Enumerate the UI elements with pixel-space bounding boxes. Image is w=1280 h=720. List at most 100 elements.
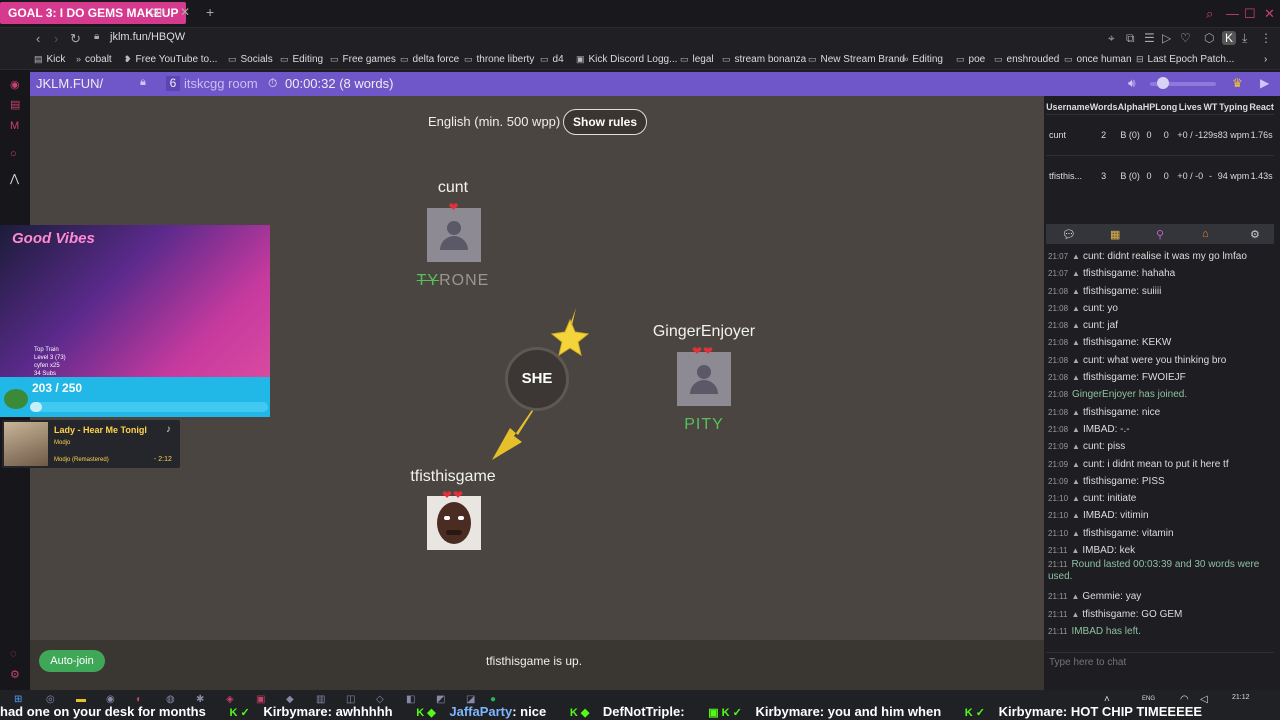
bookmark-item[interactable]: ▭ once human (1064, 54, 1132, 65)
chat-timestamp: 21:11 (1048, 592, 1068, 602)
chat-text: cunt: i didnt mean to put it here tf (1082, 458, 1229, 470)
bookmark-item[interactable]: » cobalt (76, 54, 112, 65)
menu-icon[interactable]: ⋮ (1260, 31, 1272, 45)
settings-tab-icon[interactable]: ⚙ (1250, 228, 1260, 241)
bookmark-item[interactable]: ▭ poe (956, 54, 985, 65)
collapse-panel-icon[interactable]: ▶ (1260, 76, 1269, 90)
sidebar-icon[interactable]: ◌ (10, 648, 17, 660)
sidebar-icon[interactable]: ▤ (10, 98, 20, 111)
chat-message: 21:09 ▲ cunt: i didnt mean to put it here … (1048, 456, 1274, 473)
sidebar-icon[interactable]: ⚙ (10, 668, 20, 681)
heart-icon[interactable]: ♡ (1180, 31, 1191, 45)
chat-message: 21:08 ▲ tfisthisgame: KEKW (1048, 334, 1274, 351)
bookmark-item[interactable]: ⊟ Last Epoch Patch... (1136, 54, 1234, 65)
bookmark-item[interactable]: ▭ legal (680, 54, 714, 65)
folder-icon: ▭ (280, 54, 289, 64)
player-name: cunt (437, 179, 469, 196)
chat-text: cunt: piss (1082, 441, 1126, 453)
minimize-icon[interactable]: — (1226, 6, 1239, 21)
bookmark-item[interactable]: ▭ enshrouded (994, 54, 1059, 65)
sidebar-icon[interactable]: ◉ (10, 78, 20, 91)
forward-icon[interactable]: › (54, 31, 58, 46)
play-icon[interactable]: ▷ (1162, 31, 1171, 45)
url-field[interactable]: jklm.fun/HBQW (110, 31, 185, 43)
user-icon: ▲ (1072, 511, 1080, 521)
bookmark-item[interactable]: ▭ throne liberty (464, 54, 534, 65)
chat-message: 21:07 ▲ tfisthisgame: hahaha (1048, 265, 1274, 282)
chat-text: tfisthisgame: nice (1082, 406, 1161, 418)
tab-title[interactable]: om (150, 6, 165, 18)
new-tab-icon[interactable]: + (206, 4, 214, 20)
column-header[interactable]: Username (1046, 100, 1090, 114)
chat-message: 21:08 ▲ cunt: what were you thinking bro (1048, 352, 1274, 369)
pin-tab-icon[interactable]: ⚲ (1156, 228, 1164, 241)
rules-tab-icon[interactable]: ▦ (1110, 228, 1120, 241)
bookmark-item[interactable]: ▭ New Stream Brand (808, 54, 905, 65)
ticker-item: Kirbymare: awhhhhh (263, 704, 393, 719)
room-lock-icon[interactable]: 🔒︎ (140, 76, 146, 89)
bookmark-item[interactable]: ▭ d4 (540, 54, 564, 65)
sub-goal-icon (4, 389, 28, 409)
bookmark-item[interactable]: ▣ Kick Discord Logg... (576, 54, 677, 65)
bookmarks-overflow-icon[interactable]: › (1264, 54, 1267, 65)
auto-join-toggle[interactable]: Auto-join (39, 650, 105, 672)
bookmark-item[interactable]: ▭ Socials (228, 54, 273, 65)
search-icon[interactable]: ⌕ (1206, 6, 1213, 22)
column-header[interactable]: Words (1090, 100, 1118, 114)
user-icon: ▲ (1072, 494, 1080, 504)
sidebar-icon[interactable]: ○ (10, 148, 17, 160)
column-header[interactable]: WT (1203, 100, 1218, 114)
sidebar-icon[interactable]: ⋀ (10, 172, 19, 185)
bookmark-item[interactable]: ▭ delta force (400, 54, 459, 65)
volume-icon[interactable]: 🔊︎ (1128, 76, 1136, 91)
ticker-item: Kirbymare: HOT CHIP TIMEEEEE (998, 704, 1203, 719)
link-icon: » (76, 54, 82, 64)
collections-icon[interactable]: ☰ (1144, 31, 1155, 45)
chat-timestamp: 21:08 (1048, 424, 1069, 434)
bookmark-item[interactable]: ❥ Free YouTube to... (124, 54, 217, 65)
system-clock[interactable]: 21:12 (1232, 694, 1250, 702)
chat-timestamp: 21:11 (1048, 609, 1068, 619)
bookmark-item[interactable]: ▤ Kick (34, 54, 65, 65)
column-header[interactable]: Alpha (1118, 100, 1143, 114)
dictionary-label: English (min. 500 wpp) (428, 114, 561, 129)
column-header[interactable]: React (1249, 100, 1274, 114)
extensions-icon[interactable]: ⬡ (1204, 31, 1214, 45)
chat-text: cunt: yo (1082, 302, 1118, 314)
sub-goal-track (30, 402, 268, 412)
sidebar-icon[interactable]: M (10, 120, 19, 132)
bookmark-item[interactable]: ▭ stream bonanza (722, 54, 806, 65)
pin-icon[interactable]: ⌖ (1108, 31, 1115, 46)
sub-goal-progress (30, 402, 42, 412)
column-header[interactable]: Typing (1218, 100, 1250, 114)
profile-icon[interactable]: K (1222, 31, 1237, 45)
reload-icon[interactable]: ↻ (70, 31, 81, 47)
column-header[interactable]: Lives (1177, 100, 1203, 114)
chat-text: cunt: didnt realise it was my go lmfao (1082, 251, 1247, 262)
keyboard-language[interactable]: ENG (1142, 696, 1155, 702)
user-icon: ▲ (1071, 546, 1080, 556)
chat-timestamp: 21:08 (1048, 321, 1069, 331)
chat-tab-icon[interactable]: 💬︎ (1062, 228, 1076, 241)
close-tab-icon[interactable]: ✕ (180, 5, 190, 19)
show-rules-button[interactable]: Show rules (563, 109, 647, 135)
chat-text: IMBAD: kek (1082, 545, 1136, 557)
bookmark-item[interactable]: ▭ Free games (330, 54, 396, 65)
bookmark-item[interactable]: ▭ Editing (280, 54, 323, 65)
room-tab-icon[interactable]: ⌂ (1202, 228, 1209, 240)
close-window-icon[interactable]: ✕ (1264, 6, 1275, 22)
site-name[interactable]: JKLM.FUN/ (36, 76, 103, 91)
chat-message: 21:10 ▲ cunt: initiate (1048, 490, 1274, 507)
back-icon[interactable]: ‹ (36, 31, 40, 46)
maximize-icon[interactable]: ☐ (1244, 6, 1256, 22)
chat-input[interactable] (1046, 652, 1274, 672)
chat-timestamp: 21:10 (1048, 511, 1069, 521)
column-header[interactable]: HP (1143, 100, 1156, 114)
crown-icon[interactable]: ♛ (1232, 76, 1243, 90)
screenshot-icon[interactable]: ⧉ (1126, 31, 1135, 46)
lives-hearts: ❤❤ (441, 488, 465, 502)
bookmark-item[interactable]: ∞ Editing (902, 54, 943, 65)
player-stats-table: Username Words Alpha HP Long Lives WT Ty… (1046, 100, 1274, 196)
column-header[interactable]: Long (1155, 100, 1177, 114)
download-icon[interactable]: ⤓ (1242, 31, 1247, 46)
